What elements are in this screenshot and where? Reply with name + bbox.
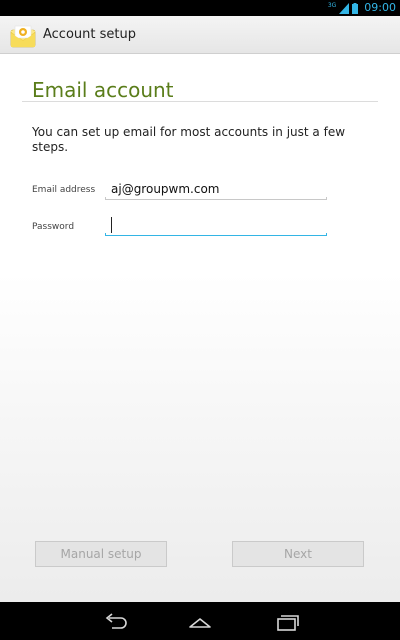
section-divider bbox=[22, 101, 378, 102]
manual-setup-button[interactable]: Manual setup bbox=[35, 541, 167, 567]
status-icons: 3G 09:00 bbox=[328, 1, 396, 15]
section-title: Email account bbox=[32, 78, 174, 102]
email-field-underline bbox=[105, 197, 327, 200]
navigation-bar bbox=[0, 602, 400, 640]
text-cursor bbox=[111, 217, 112, 233]
signal-icon bbox=[339, 2, 350, 14]
password-field-underline bbox=[105, 233, 327, 236]
email-label: Email address bbox=[32, 185, 96, 195]
action-bar-title: Account setup bbox=[43, 27, 136, 42]
back-icon[interactable] bbox=[102, 613, 128, 631]
home-icon[interactable] bbox=[187, 613, 213, 631]
password-field[interactable] bbox=[105, 217, 327, 236]
status-clock: 09:00 bbox=[364, 1, 396, 14]
password-label: Password bbox=[32, 222, 75, 232]
recent-apps-icon[interactable] bbox=[275, 613, 299, 631]
account-setup-form: Email account You can set up email for m… bbox=[0, 54, 400, 602]
email-field-value: aj@groupwm.com bbox=[111, 182, 220, 196]
battery-icon bbox=[352, 2, 359, 14]
next-button[interactable]: Next bbox=[232, 541, 364, 567]
email-field[interactable]: aj@groupwm.com bbox=[105, 182, 327, 200]
status-bar: 3G 09:00 bbox=[0, 0, 400, 16]
email-app-icon[interactable] bbox=[10, 24, 36, 48]
action-bar: Account setup bbox=[0, 16, 400, 54]
screen: 3G 09:00 Account setup Email account You… bbox=[0, 0, 400, 640]
network-type-label: 3G bbox=[327, 1, 337, 9]
intro-text: You can set up email for most accounts i… bbox=[32, 125, 346, 154]
